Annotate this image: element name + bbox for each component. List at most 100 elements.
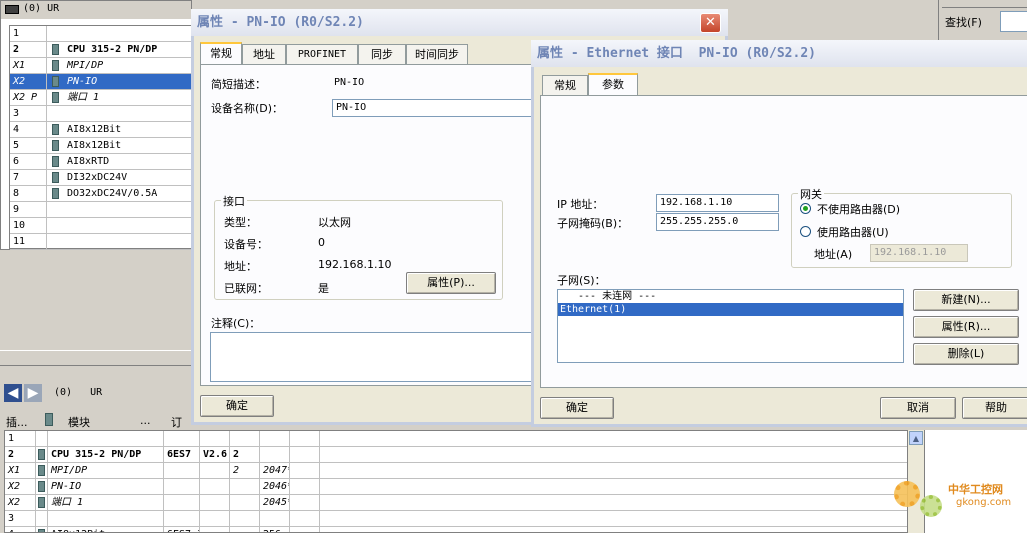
col-header-slot[interactable]: 插... — [6, 414, 28, 430]
detail-extra-cell — [290, 431, 320, 447]
delete-subnet-button[interactable]: 删除(L) — [913, 343, 1019, 365]
eth-cancel-button[interactable]: 取消 — [880, 397, 956, 419]
rack-module: AI8x12Bit — [67, 124, 122, 135]
pnio-dialog-titlebar[interactable]: 属性 - PN-IO (R0/S2.2) — [191, 9, 728, 36]
detail-io: 2046* — [260, 479, 290, 495]
interface-group-title: 接口 — [221, 193, 247, 209]
eth-tab-parameters[interactable]: 参数 — [588, 73, 638, 95]
search-input[interactable] — [1000, 11, 1027, 32]
networked-value: 是 — [318, 282, 329, 295]
pnio-close-icon[interactable]: ✕ — [700, 13, 721, 33]
rack-module — [64, 202, 194, 218]
detail-slot: X2 — [5, 479, 36, 495]
ip-address-label: IP 地址： — [557, 198, 604, 211]
use-router-label[interactable]: 使用路由器(U) — [817, 224, 889, 240]
no-router-radio[interactable] — [800, 203, 811, 214]
rack-row[interactable]: X1 MPI/DP — [10, 58, 192, 74]
module-icon — [52, 156, 59, 167]
subnet-properties-button[interactable]: 属性(R)... — [913, 316, 1019, 338]
detail-fw — [200, 511, 230, 527]
subnet-label: 子网(S)： — [557, 274, 606, 287]
watermark-url: gkong.com — [956, 497, 1012, 508]
tab-general[interactable]: 常规 — [200, 42, 242, 64]
rack-row[interactable]: X2 PN-IO — [10, 74, 192, 90]
detail-mpi — [230, 527, 260, 532]
detail-nav-label: (0) UR — [54, 387, 103, 398]
rack-window: (0) UR 1 2 CPU 315-2 PN/DP X1 MPI/DP X2 PN-IO X… — [0, 0, 193, 250]
detail-row[interactable]: 4 AI8x12Bit6ES7 3 256 — [5, 527, 907, 532]
rack-row[interactable]: 5 AI8x12Bit — [10, 138, 192, 154]
module-icon — [52, 60, 59, 71]
comment-textarea[interactable] — [210, 332, 541, 382]
detail-icon-cell — [36, 431, 48, 447]
col-header-dots: ... — [140, 414, 151, 427]
rack-row[interactable]: X2 P 端口 1 — [10, 90, 192, 106]
subnet-mask-input[interactable]: 255.255.255.0 — [656, 213, 779, 231]
rack-row[interactable]: 4 AI8x12Bit — [10, 122, 192, 138]
rack-row[interactable]: 8 DO32xDC24V/0.5A — [10, 186, 192, 202]
ip-address-input[interactable]: 192.168.1.10 — [656, 194, 779, 212]
eth-help-button[interactable]: 帮助 — [962, 397, 1027, 419]
forward-arrow-icon[interactable]: ▶ — [24, 384, 42, 402]
tab-address[interactable]: 地址 — [242, 44, 286, 64]
rack-row[interactable]: 10 — [10, 218, 192, 234]
use-router-radio[interactable] — [800, 226, 811, 237]
rack-slot: X2 — [10, 74, 47, 90]
back-arrow-icon[interactable]: ◀ — [4, 384, 22, 402]
pnio-ok-button[interactable]: 确定 — [200, 395, 274, 417]
detail-row[interactable]: 1 — [5, 431, 907, 447]
detail-row[interactable]: X2 端口 1 2045* — [5, 495, 907, 511]
scroll-up-icon[interactable]: ▲ — [909, 431, 923, 445]
tab-time-sync[interactable]: 时间同步 — [406, 44, 468, 64]
detail-row[interactable]: X1 MPI/DP 22047* — [5, 463, 907, 479]
rack-slot: 7 — [10, 170, 47, 186]
col-header-module[interactable]: 模块 — [68, 414, 90, 430]
detail-fw — [200, 431, 230, 447]
detail-row[interactable]: 3 — [5, 511, 907, 527]
rack-module: DO32xDC24V/0.5A — [67, 188, 158, 199]
rack-row[interactable]: 2 CPU 315-2 PN/DP — [10, 42, 192, 58]
detail-row[interactable]: X2 PN-IO 2046* — [5, 479, 907, 495]
detail-module — [48, 511, 164, 527]
eth-ok-button[interactable]: 确定 — [540, 397, 614, 419]
module-icon — [38, 529, 45, 532]
short-desc-value: PN-IO — [334, 77, 365, 88]
tab-profinet[interactable]: PROFINET — [286, 44, 358, 64]
detail-fw — [200, 527, 230, 532]
subnet-list-item[interactable]: --- 未连网 --- — [558, 290, 903, 303]
detail-row[interactable]: 2 CPU 315-2 PN/DP 6ES7 V2.6 2 — [5, 447, 907, 463]
detail-grid[interactable]: 12CPU 315-2 PN/DP6ES7V2.62X1MPI/DP22047*… — [4, 430, 908, 533]
rack-row[interactable]: 7 DI32xDC24V — [10, 170, 192, 186]
rack-row[interactable]: 9 — [10, 202, 192, 218]
rack-module: PN-IO — [67, 76, 98, 87]
rack-grid[interactable]: 1 2 CPU 315-2 PN/DP X1 MPI/DP X2 PN-IO X2 P 端口 1… — [9, 25, 193, 250]
detail-icon-cell — [36, 463, 48, 479]
rack-row[interactable]: 11 — [10, 234, 192, 250]
rack-row[interactable]: 1 — [10, 26, 192, 42]
device-name-input[interactable]: PN-IO — [332, 99, 541, 117]
detail-icon-cell — [36, 495, 48, 511]
rack-module — [64, 106, 194, 122]
detail-order — [164, 431, 200, 447]
subnet-list-item[interactable]: Ethernet(1) — [558, 303, 903, 316]
watermark-cn: 中华工控网 — [948, 483, 1003, 496]
type-label: 类型： — [224, 216, 257, 229]
gear-logo-small-icon — [920, 495, 942, 517]
interface-properties-button[interactable]: 属性(P)... — [406, 272, 496, 294]
tab-sync[interactable]: 同步 — [358, 44, 406, 64]
new-subnet-button[interactable]: 新建(N)... — [913, 289, 1019, 311]
col-header-order[interactable]: 订 — [171, 414, 182, 430]
router-address-input[interactable]: 192.168.1.10 — [870, 244, 968, 262]
eth-tab-general[interactable]: 常规 — [542, 75, 588, 95]
no-router-label[interactable]: 不使用路由器(D) — [817, 201, 900, 217]
detail-io: 256 — [260, 527, 290, 532]
detail-module: CPU 315-2 PN/DP — [48, 447, 164, 463]
subnet-listbox[interactable]: --- 未连网 --- Ethernet(1) — [557, 289, 904, 363]
rack-row[interactable]: 3 — [10, 106, 192, 122]
router-address-label: 地址(A) — [814, 248, 853, 261]
detail-order — [164, 511, 200, 527]
rack-row[interactable]: 6 AI8xRTD — [10, 154, 192, 170]
module-icon — [52, 124, 59, 135]
ethernet-dialog-titlebar[interactable]: 属性 - Ethernet 接口 PN-IO (R0/S2.2) — [531, 40, 1027, 67]
module-icon — [52, 172, 59, 183]
